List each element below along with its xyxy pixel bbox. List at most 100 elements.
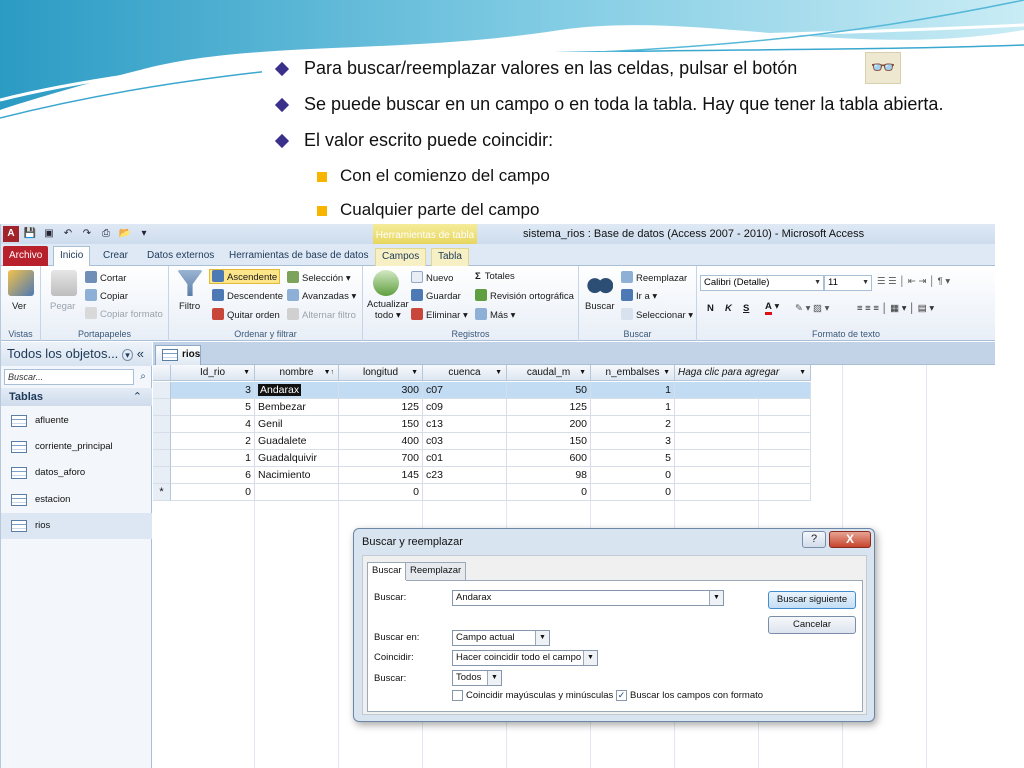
cell-cuenca[interactable]: c03: [423, 433, 507, 450]
chevron-down-icon[interactable]: ▼: [583, 651, 597, 665]
dialog-tab-reemplazar[interactable]: Reemplazar: [405, 562, 467, 580]
cell-longitud[interactable]: 700: [339, 450, 423, 467]
cell-add-field[interactable]: [675, 416, 811, 433]
new-cell-cuenca[interactable]: [423, 484, 507, 501]
cell-cuenca[interactable]: c07: [423, 382, 507, 399]
tab-archivo[interactable]: Archivo: [3, 246, 49, 266]
column-header-id-rio[interactable]: Id_rio ▼: [171, 365, 255, 381]
descendente-button[interactable]: Descendente: [212, 289, 283, 302]
cell-n-embalses[interactable]: 0: [591, 467, 675, 484]
cell-caudal-m[interactable]: 200: [507, 416, 591, 433]
quitar-orden-button[interactable]: Quitar orden: [212, 308, 280, 321]
column-header-n-embalses[interactable]: n_embalses ▼: [591, 365, 675, 381]
cell-add-field[interactable]: [675, 399, 811, 416]
nav-header[interactable]: Todos los objetos... ▾ «: [1, 342, 152, 366]
cell-caudal-m[interactable]: 125: [507, 399, 591, 416]
cell-cuenca[interactable]: c23: [423, 467, 507, 484]
eliminar-button[interactable]: Eliminar ▾: [411, 308, 468, 321]
row-selector[interactable]: [153, 450, 171, 467]
view-icon[interactable]: [8, 270, 34, 296]
alternar-filtro-button[interactable]: Alternar filtro: [287, 308, 356, 321]
align-icons[interactable]: ≡ ≡ ≡ │ ▦ ▾ │ ▤ ▾: [857, 303, 934, 314]
seleccionar-button[interactable]: Seleccionar ▾: [621, 308, 693, 321]
row-selector[interactable]: [153, 399, 171, 416]
cell-caudal-m[interactable]: 50: [507, 382, 591, 399]
nav-item-afluente[interactable]: afluente: [1, 408, 152, 434]
new-cell-caudal-m[interactable]: 0: [507, 484, 591, 501]
look-in-select[interactable]: Campo actual ▼: [452, 630, 550, 646]
new-cell-id-rio[interactable]: 0: [171, 484, 255, 501]
italic-button[interactable]: K: [725, 303, 732, 314]
totales-button[interactable]: Σ Totales: [475, 271, 515, 282]
new-cell-n-embalses[interactable]: 0: [591, 484, 675, 501]
ascendente-button[interactable]: Ascendente: [209, 269, 281, 284]
search-formatted-checkbox[interactable]: ✓: [616, 690, 627, 701]
reemplazar-button[interactable]: Reemplazar: [621, 271, 687, 284]
cell-id-rio[interactable]: 3: [171, 382, 255, 399]
row-selector[interactable]: [153, 467, 171, 484]
cortar-button[interactable]: Cortar: [85, 271, 126, 284]
nav-item-corriente-principal[interactable]: corriente_principal: [1, 434, 152, 460]
cell-caudal-m[interactable]: 150: [507, 433, 591, 450]
font-name-select[interactable]: Calibri (Detalle) ▼: [700, 275, 824, 291]
nav-item-rios[interactable]: rios: [1, 513, 152, 539]
underline-button[interactable]: S: [743, 303, 749, 314]
row-selector[interactable]: [153, 416, 171, 433]
cell-longitud[interactable]: 300: [339, 382, 423, 399]
cell-add-field[interactable]: [675, 433, 811, 450]
filtro-button[interactable]: Filtro: [179, 301, 200, 312]
cell-id-rio[interactable]: 2: [171, 433, 255, 450]
nav-search-input[interactable]: Buscar...: [4, 369, 134, 385]
search-direction-select[interactable]: Todos ▼: [452, 670, 502, 686]
cell-n-embalses[interactable]: 1: [591, 382, 675, 399]
match-case-checkbox[interactable]: [452, 690, 463, 701]
dialog-tab-buscar[interactable]: Buscar: [367, 562, 407, 581]
cell-n-embalses[interactable]: 5: [591, 450, 675, 467]
buscar-button[interactable]: Buscar: [585, 301, 615, 312]
cell-nombre[interactable]: Guadalquivir: [255, 450, 339, 467]
chevron-down-icon[interactable]: ▼: [709, 591, 723, 605]
find-next-button[interactable]: Buscar siguiente: [768, 591, 856, 609]
pegar-button[interactable]: Pegar: [50, 301, 75, 312]
open-folder-icon[interactable]: 📂: [117, 226, 133, 242]
cell-nombre[interactable]: Andarax: [255, 382, 339, 399]
nav-dropdown-icon[interactable]: ▾: [122, 349, 133, 361]
ir-a-button[interactable]: Ir a ▾: [621, 289, 657, 302]
chevron-down-icon[interactable]: ▼: [243, 365, 250, 381]
chevron-down-icon[interactable]: ▼: [535, 631, 549, 645]
cell-longitud[interactable]: 145: [339, 467, 423, 484]
font-color-button[interactable]: A ▾: [765, 301, 779, 315]
filter-icon[interactable]: [177, 270, 203, 296]
cell-add-field[interactable]: [675, 467, 811, 484]
cell-cuenca[interactable]: c09: [423, 399, 507, 416]
chevron-down-icon[interactable]: ▼: [411, 365, 418, 381]
tab-datos-externos[interactable]: Datos externos: [141, 248, 220, 266]
avanzadas-button[interactable]: Avanzadas ▾: [287, 289, 356, 302]
close-button[interactable]: X: [829, 531, 871, 548]
column-header-caudal-m[interactable]: caudal_m ▼: [507, 365, 591, 381]
column-header-add-field[interactable]: Haga clic para agregar ▼: [675, 365, 811, 381]
db-icon[interactable]: ▣: [41, 226, 57, 242]
cell-longitud[interactable]: 400: [339, 433, 423, 450]
cell-id-rio[interactable]: 5: [171, 399, 255, 416]
cell-id-rio[interactable]: 6: [171, 467, 255, 484]
new-cell-longitud[interactable]: 0: [339, 484, 423, 501]
column-header-cuenca[interactable]: cuenca ▼: [423, 365, 507, 381]
list-icons[interactable]: ☰ ☰ │ ⇤ ⇥ │ ¶ ▾: [877, 276, 950, 287]
cell-add-field[interactable]: [675, 450, 811, 467]
ver-button[interactable]: Ver: [12, 301, 26, 312]
new-record-marker[interactable]: *: [153, 484, 171, 501]
nav-group-tablas[interactable]: Tablas ⌃: [1, 388, 152, 406]
access-logo-icon[interactable]: A: [3, 226, 19, 242]
sort-ascending-icon[interactable]: ▼↑: [324, 365, 334, 381]
nuevo-button[interactable]: Nuevo: [411, 271, 453, 284]
chevron-down-icon[interactable]: ▼: [663, 365, 670, 381]
seleccion-button[interactable]: Selección ▾: [287, 271, 351, 284]
print-icon[interactable]: ⎙: [98, 226, 114, 242]
new-cell-add-field[interactable]: [675, 484, 811, 501]
tab-tabla[interactable]: Tabla: [431, 248, 469, 266]
help-button[interactable]: ?: [802, 531, 826, 548]
cell-id-rio[interactable]: 1: [171, 450, 255, 467]
cell-nombre[interactable]: Guadalete: [255, 433, 339, 450]
chevron-down-icon[interactable]: ▼: [579, 365, 586, 381]
